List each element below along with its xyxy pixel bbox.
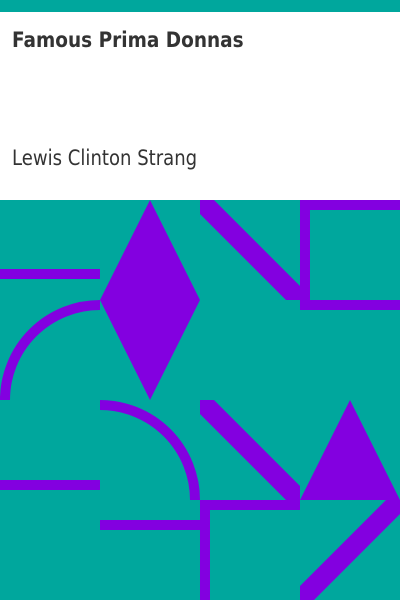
square-outline-bottom xyxy=(300,300,400,310)
geometric-pattern-art xyxy=(0,200,400,600)
book-author: Lewis Clinton Strang xyxy=(12,146,198,171)
square-outline-top xyxy=(200,500,300,510)
top-color-bar xyxy=(0,0,400,12)
horizontal-stripe xyxy=(0,480,100,490)
horizontal-stripe xyxy=(0,396,10,400)
square-outline-left xyxy=(200,500,210,600)
book-title: Famous Prima Donnas xyxy=(12,28,244,53)
horizontal-stripe xyxy=(0,269,100,279)
horizontal-stripe xyxy=(100,520,200,530)
title-block: Famous Prima Donnas Lewis Clinton Strang xyxy=(0,12,400,200)
square-outline-top xyxy=(300,200,400,210)
cover-pattern xyxy=(0,200,400,600)
square-outline-left xyxy=(300,200,310,310)
